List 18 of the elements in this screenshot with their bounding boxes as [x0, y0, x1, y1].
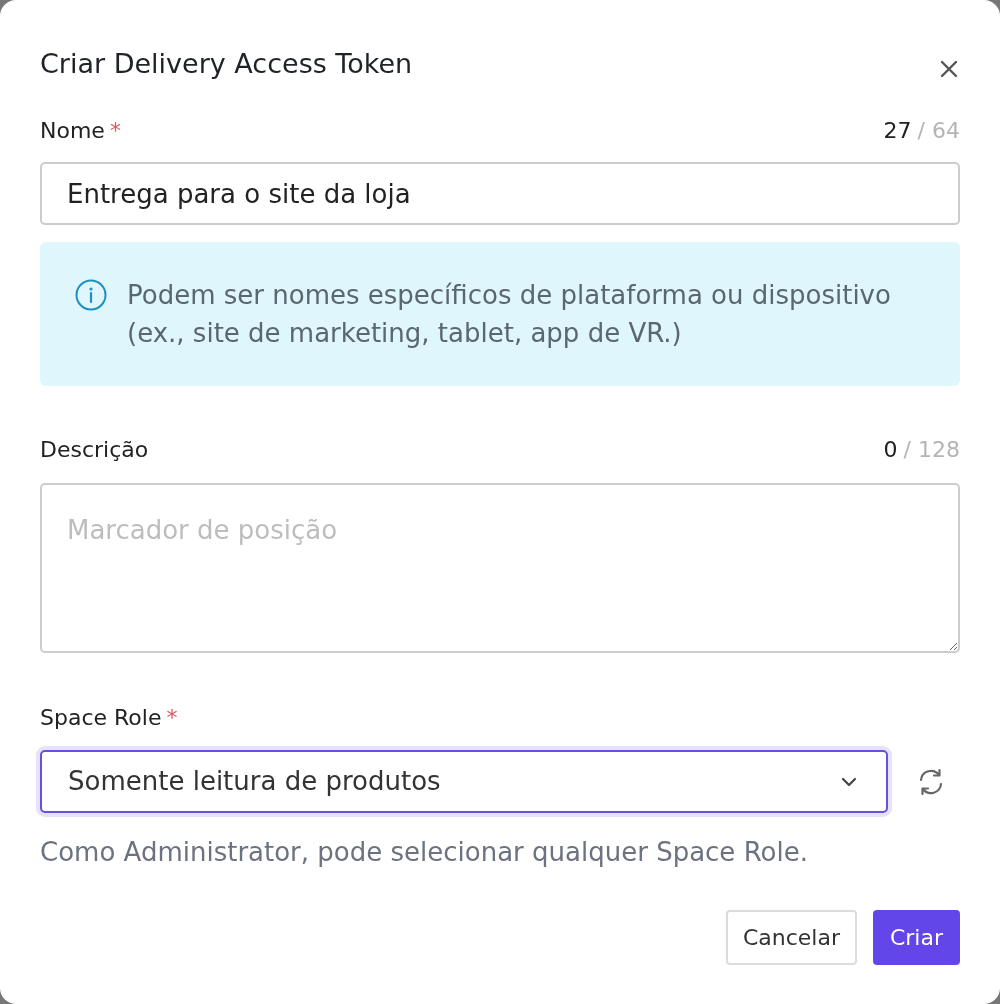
required-mark: *	[109, 116, 121, 145]
char-count: 27	[883, 116, 912, 145]
description-textarea[interactable]: Marcador de posição	[40, 483, 960, 653]
close-icon	[939, 59, 959, 79]
required-mark: *	[166, 703, 178, 732]
info-text: Podem ser nomes específicos de plataforma ou dispositivo (ex., site de marketing, tablet, app de VR.)	[127, 279, 892, 350]
char-count: 0	[883, 435, 898, 464]
char-limit: / 64	[917, 116, 960, 145]
name-input[interactable]: Entrega para o site da loja	[40, 162, 960, 225]
help-text: Como Administrator, pode selecionar qualquer Space Role.	[40, 836, 809, 868]
dialog-title: Criar Delivery Access Token	[40, 47, 413, 81]
cancel-button[interactable]: Cancelar	[725, 910, 857, 965]
info-icon	[75, 279, 107, 311]
create-button[interactable]: Criar	[872, 910, 960, 965]
field-label: Nome	[40, 116, 105, 145]
char-limit: / 128	[903, 435, 960, 464]
field-label: Descrição	[40, 435, 149, 464]
field-label: Space Role	[40, 703, 162, 732]
